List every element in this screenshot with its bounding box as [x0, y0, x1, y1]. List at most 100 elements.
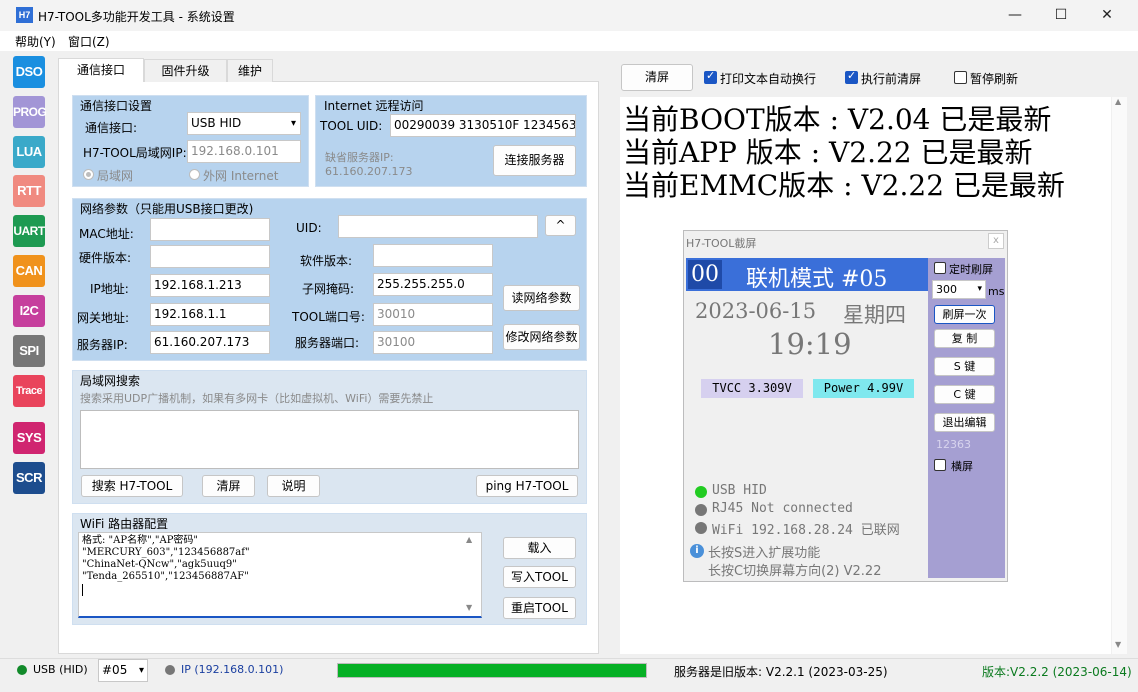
lan-hint: 搜索采用UDP广播机制，如果有多网卡（比如虚拟机、WiFi）需要先禁止	[80, 392, 434, 405]
tab-comm[interactable]: 通信接口	[58, 58, 144, 82]
tool-port-input[interactable]: 30010	[373, 303, 493, 326]
scroll-down-icon[interactable]: ▼	[1115, 640, 1121, 649]
mask-input[interactable]: 255.255.255.0	[373, 273, 493, 296]
read-net-button[interactable]: 读网络参数	[503, 285, 580, 311]
tool-port-label: TOOL端口号:	[292, 310, 365, 324]
refresh-once-button[interactable]: 刷屏一次	[934, 305, 995, 324]
preclear-checkbox[interactable]	[845, 69, 858, 84]
log-scrollbar[interactable]	[1112, 97, 1127, 654]
chevron-down-icon: ▾	[290, 118, 296, 129]
radio-wan[interactable]	[189, 169, 200, 180]
wifi-group-title: WiFi 路由器配置	[80, 517, 169, 531]
net-uid-input[interactable]	[338, 215, 538, 238]
toolbar-can-button[interactable]: CAN	[13, 255, 45, 287]
lcd-page-num: 00	[688, 260, 722, 289]
gateway-label: 网关地址:	[77, 311, 130, 325]
close-button[interactable]: ✕	[1084, 0, 1130, 31]
hw-input[interactable]	[150, 245, 270, 268]
lan-group-title: 局域网搜索	[80, 374, 141, 388]
exit-edit-button[interactable]: 退出编辑	[934, 413, 995, 432]
wrap-checkbox[interactable]	[704, 69, 717, 84]
s-key-button[interactable]: S 键	[934, 357, 995, 376]
landscape-label: 横屏	[951, 460, 973, 473]
server-version: 服务器是旧版本: V2.2.1 (2023-03-25)	[674, 665, 888, 679]
srv-ip-input[interactable]: 61.160.207.173	[150, 331, 270, 354]
app-version: 版本:V2.2.2 (2023-06-14)	[982, 665, 1132, 679]
radio-lan[interactable]	[83, 169, 94, 180]
toolbar-trace-button[interactable]: Trace	[13, 375, 45, 407]
tab-firmware[interactable]: 固件升级	[144, 59, 227, 82]
interval-select[interactable]: 300 ▾	[932, 280, 986, 299]
copy-button[interactable]: 复 制	[934, 329, 995, 348]
chevron-down-icon: ▾	[138, 665, 144, 676]
rj45-status-icon	[695, 504, 707, 516]
mask-label: 子网掩码:	[302, 282, 355, 296]
pause-checkbox[interactable]	[954, 71, 967, 84]
sw-input[interactable]	[373, 244, 493, 267]
remote-group-title: Internet 远程访问	[324, 99, 424, 113]
toolbar-uart-button[interactable]: UART	[13, 215, 45, 247]
search-tool-button[interactable]: 搜索 H7-TOOL	[81, 475, 183, 497]
comm-group-title: 通信接口设置	[80, 99, 153, 113]
menu-help[interactable]: 帮助(Y)	[15, 33, 56, 50]
app-icon: H7	[16, 7, 33, 23]
toolbar-rtt-button[interactable]: RTT	[13, 175, 45, 207]
wifi-line: "MERCURY_603","123456887af"	[82, 547, 250, 558]
server-ip-value: 61.160.207.173	[325, 165, 413, 178]
gateway-input[interactable]: 192.168.1.1	[150, 303, 270, 326]
toolbar-i2c-button[interactable]: I2C	[13, 295, 45, 327]
minimize-button[interactable]: —	[992, 0, 1038, 31]
c-key-button[interactable]: C 键	[934, 385, 995, 404]
lan-clear-button[interactable]: 清屏	[202, 475, 255, 497]
toolbar-sys-button[interactable]: SYS	[13, 422, 45, 454]
tool-uid-input[interactable]: 00290039 3130510F 12345638	[390, 114, 576, 137]
device-select[interactable]: #05 ▾	[98, 659, 148, 682]
ip-addr-input[interactable]: 192.168.1.213	[150, 274, 270, 297]
text-cursor	[82, 584, 83, 596]
wifi-status-icon	[695, 522, 707, 534]
mac-input[interactable]	[150, 218, 270, 241]
toolbar-scr-button[interactable]: SCR	[13, 462, 45, 494]
wifi-write-button[interactable]: 写入TOOL	[503, 566, 576, 588]
ip-label: H7-TOOL局域网IP:	[83, 146, 187, 160]
lan-result-list[interactable]	[80, 410, 579, 469]
log-clear-button[interactable]: 清屏	[621, 64, 693, 91]
log-line-emmc: 当前EMMC版本 : V2.22 已是最新	[623, 169, 1065, 202]
dialog-close-icon[interactable]: x	[988, 233, 1004, 249]
connect-server-button[interactable]: 连接服务器	[493, 145, 576, 176]
lan-help-button[interactable]: 说明	[267, 475, 320, 497]
preclear-label: 执行前清屏	[861, 72, 922, 86]
dialog-title: H7-TOOL截屏	[686, 237, 757, 250]
scroll-up-icon[interactable]: ▲	[466, 535, 472, 544]
maximize-button[interactable]: ☐	[1038, 0, 1084, 31]
scroll-up-icon[interactable]: ▲	[1115, 97, 1121, 106]
expand-button[interactable]: ^	[545, 215, 576, 236]
progress-bar	[337, 663, 647, 678]
tool-ip-input[interactable]: 192.168.0.101	[187, 140, 301, 163]
toolbar-dso-button[interactable]: DSO	[13, 56, 45, 88]
port-select[interactable]: USB HID ▾	[187, 112, 301, 135]
scroll-down-icon[interactable]: ▼	[466, 603, 472, 612]
ping-tool-button[interactable]: ping H7-TOOL	[476, 475, 578, 497]
timed-refresh-checkbox[interactable]	[934, 262, 946, 274]
toolbar-prog-button[interactable]: PROG	[13, 96, 47, 128]
info-icon: i	[690, 544, 704, 558]
wrap-label: 打印文本自动换行	[720, 72, 817, 86]
modify-net-button[interactable]: 修改网络参数	[503, 324, 580, 350]
toolbar-spi-button[interactable]: SPI	[13, 335, 45, 367]
toolbar-lua-button[interactable]: LUA	[13, 136, 45, 168]
wifi-line: "Tenda_265510","123456887AF"	[82, 571, 249, 582]
wifi-load-button[interactable]: 载入	[503, 537, 576, 559]
lcd-wifi: WiFi 192.168.28.24 已联网	[712, 523, 900, 538]
menu-window[interactable]: 窗口(Z)	[68, 33, 110, 50]
uid-label: TOOL UID:	[320, 119, 383, 133]
tab-maintain[interactable]: 维护	[227, 59, 273, 82]
srv-port-input[interactable]: 30100	[373, 331, 493, 354]
wifi-restart-button[interactable]: 重启TOOL	[503, 597, 576, 619]
srv-port-label: 服务器端口:	[295, 336, 360, 350]
ip-status-icon	[165, 665, 175, 675]
interval-unit: ms	[988, 285, 1005, 298]
wifi-textarea[interactable]: 格式: "AP名称","AP密码" "MERCURY_603","1234568…	[78, 532, 482, 618]
lcd-tip2: 长按C切换屏幕方向(2) V2.22	[708, 564, 882, 579]
landscape-checkbox[interactable]	[934, 459, 946, 471]
